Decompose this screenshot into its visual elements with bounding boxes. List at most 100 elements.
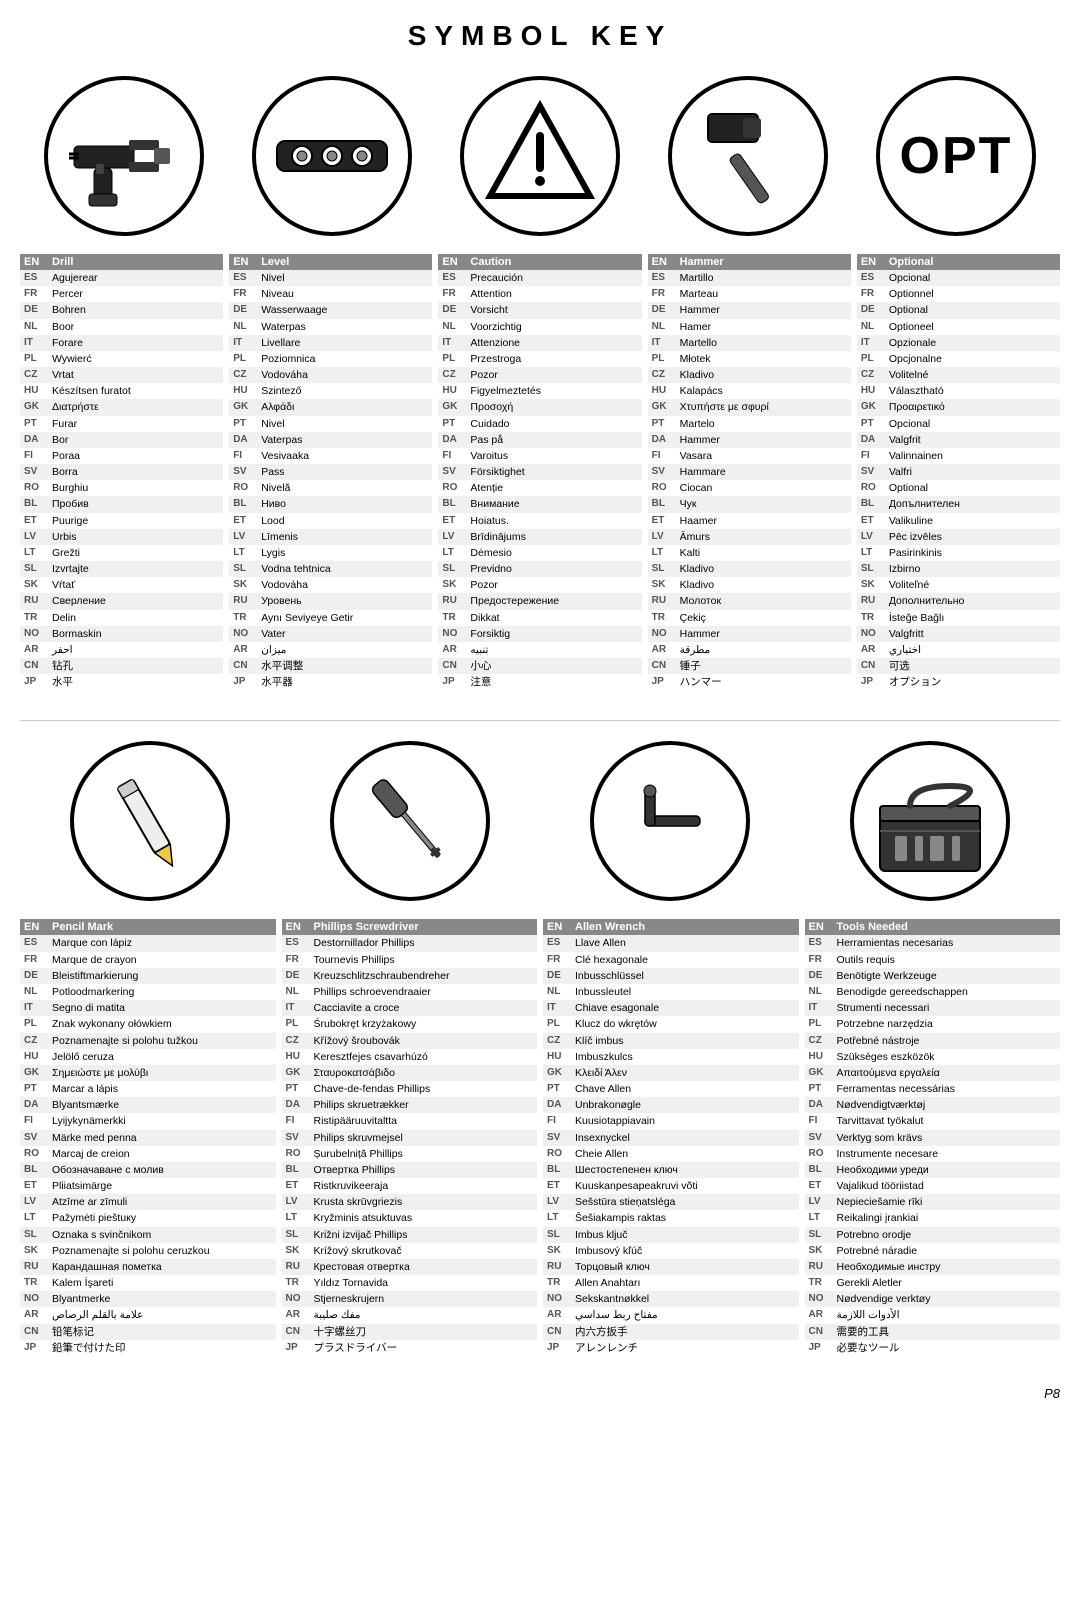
table-row: NOVater — [229, 626, 432, 642]
translation: مفتاح ربط سداسي — [571, 1307, 799, 1323]
translation: Hammer — [676, 432, 851, 448]
translation: Αλφάδι — [257, 399, 432, 415]
lang-code: LV — [543, 1194, 571, 1210]
lang-code: PT — [20, 416, 48, 432]
lang-code: CZ — [805, 1033, 833, 1049]
translation: Marque de crayon — [48, 952, 276, 968]
lang-code: DA — [543, 1097, 571, 1113]
table-row: JP水平 — [20, 674, 223, 690]
lang-code: SV — [20, 464, 48, 480]
table-row: ITSegno di matita — [20, 1000, 276, 1016]
translation: Martillo — [676, 270, 851, 286]
lang-code: BL — [20, 496, 48, 512]
lang-code: DE — [805, 968, 833, 984]
pencil-mark-table: EN Pencil Mark ESMarque con lápizFRMarqu… — [20, 919, 276, 1355]
lang-code: PT — [438, 416, 466, 432]
lang-code: CN — [20, 658, 48, 674]
translation: تنبيه — [466, 642, 641, 658]
translation: Grežti — [48, 545, 223, 561]
translation: مفك صليبة — [310, 1307, 538, 1323]
table-row: JP水平器 — [229, 674, 432, 690]
table-row: SLPotrebno orodje — [805, 1227, 1061, 1243]
translation: Sešstūra stieņatsléga — [571, 1194, 799, 1210]
lang-code: LT — [648, 545, 676, 561]
translation: Vrtat — [48, 367, 223, 383]
table-row: PTChave Allen — [543, 1081, 799, 1097]
translation: Izvrtajte — [48, 561, 223, 577]
translation: Необходимые инстру — [833, 1259, 1061, 1275]
table-row: PLKlucz do wkrętów — [543, 1016, 799, 1032]
translation: アレンレンチ — [571, 1340, 799, 1356]
table-row: ITAttenzione — [438, 335, 641, 351]
translation: Șurubelniță Phillips — [310, 1146, 538, 1162]
translation: Bor — [48, 432, 223, 448]
translation: Pažymėti pieštuку — [48, 1210, 276, 1226]
table-row: PTNivel — [229, 416, 432, 432]
table-row: CZKladivo — [648, 367, 851, 383]
lang-code: PL — [805, 1016, 833, 1032]
lang-code: PT — [229, 416, 257, 432]
translation: Potrzebne narzędzia — [833, 1016, 1061, 1032]
translation: Kalem İşareti — [48, 1275, 276, 1291]
table-row: DAValgfrit — [857, 432, 1060, 448]
table-row: ARعلامة بالقلم الرصاص — [20, 1307, 276, 1323]
table-row: ETVajalikud tööriistad — [805, 1178, 1061, 1194]
table-row: ARالأدوات اللازمة — [805, 1307, 1061, 1323]
table-row: CZPoznamenajte si polohu tužkou — [20, 1033, 276, 1049]
translation: Optioneel — [885, 319, 1060, 335]
lang-code: CZ — [282, 1033, 310, 1049]
table-row: PTFerramentas necessárias — [805, 1081, 1061, 1097]
translation: Klucz do wkrętów — [571, 1016, 799, 1032]
table-row: NLPotloodmarkering — [20, 984, 276, 1000]
table-row: FIValinnainen — [857, 448, 1060, 464]
lang-code: SK — [857, 577, 885, 593]
lang-code: FR — [229, 286, 257, 302]
lang-code: LV — [229, 529, 257, 545]
translation: Sekskantnøkkel — [571, 1291, 799, 1307]
translation: Previdno — [466, 561, 641, 577]
lang-code: SL — [648, 561, 676, 577]
table-row: LVLīmenis — [229, 529, 432, 545]
table-row: CZPozor — [438, 367, 641, 383]
table-row: HUVálasztható — [857, 383, 1060, 399]
table-row: JPハンマー — [648, 674, 851, 690]
table-row: SVInsexnyckel — [543, 1130, 799, 1146]
translation: Livellare — [257, 335, 432, 351]
table-row: CZVrtat — [20, 367, 223, 383]
table-row: NOBlyantmerke — [20, 1291, 276, 1307]
translation: Młotek — [676, 351, 851, 367]
table-row: LVĀmurs — [648, 529, 851, 545]
translation: Szintező — [257, 383, 432, 399]
translation: Poznamenajte si polohu tužkou — [48, 1033, 276, 1049]
translation: Atenție — [466, 480, 641, 496]
lang-code: ET — [438, 513, 466, 529]
translation: 注意 — [466, 674, 641, 690]
table-row: NLPhillips schroevendraaier — [282, 984, 538, 1000]
translation: Hammare — [676, 464, 851, 480]
table-row: BLВнимание — [438, 496, 641, 512]
table-row: ARاحفر — [20, 642, 223, 658]
lang-code: RU — [805, 1259, 833, 1275]
lang-code: RU — [857, 593, 885, 609]
translation: Insexnyckel — [571, 1130, 799, 1146]
translation: Precaución — [466, 270, 641, 286]
lang-code: DA — [282, 1097, 310, 1113]
translation: Шестостепенен ключ — [571, 1162, 799, 1178]
lang-code: LT — [543, 1210, 571, 1226]
translation: Figyelmeztetés — [466, 383, 641, 399]
translation: Boor — [48, 319, 223, 335]
lang-code: FI — [648, 448, 676, 464]
lang-code: FI — [805, 1113, 833, 1129]
lang-code: GK — [805, 1065, 833, 1081]
translation: 可选 — [885, 658, 1060, 674]
table-row: TRDelin — [20, 610, 223, 626]
lang-code: RO — [805, 1146, 833, 1162]
lang-code: ES — [282, 935, 310, 951]
bottom-tables-row: EN Pencil Mark ESMarque con lápizFRMarqu… — [20, 919, 1060, 1355]
lang-code: IT — [805, 1000, 833, 1016]
table-row: RUСверление — [20, 593, 223, 609]
translation: Křížový šroubovák — [310, 1033, 538, 1049]
lang-code: GK — [438, 399, 466, 415]
table-row: CN需要的工具 — [805, 1324, 1061, 1340]
table-row: ITMartello — [648, 335, 851, 351]
